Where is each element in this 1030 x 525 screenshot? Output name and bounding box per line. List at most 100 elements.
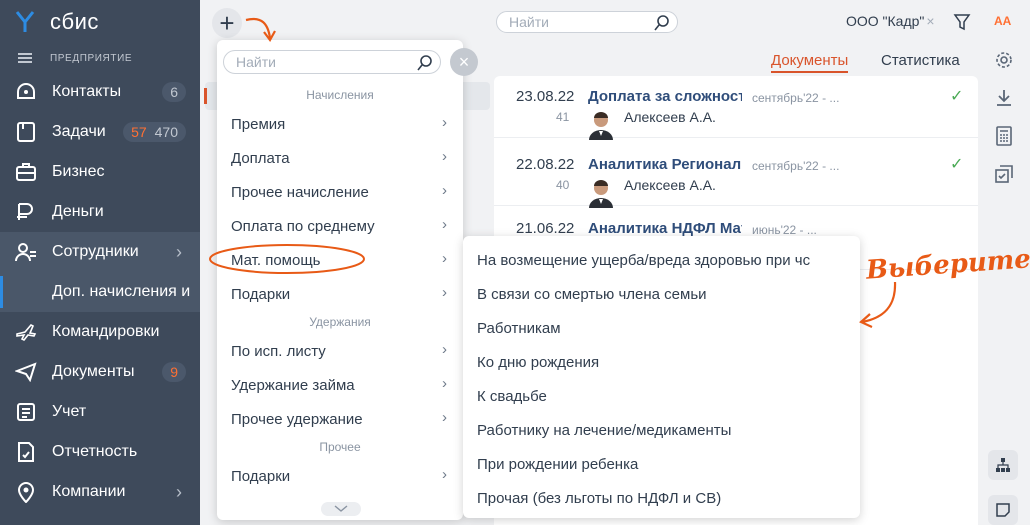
structure-icon[interactable] — [988, 450, 1018, 480]
menu-group-accruals: Начисления — [306, 88, 374, 102]
chevron-right-icon: › — [442, 216, 447, 233]
sidebar-item-trips[interactable]: Командировки — [0, 312, 200, 352]
org-switcher[interactable]: ПРЕДПРИЯТИЕ — [0, 44, 200, 72]
table-row[interactable]: 22.08.22 40 Аналитика Региональ сентябрь… — [494, 144, 978, 208]
sidebar-item-label: Задачи — [52, 123, 106, 140]
sidebar-item-reporting[interactable]: Отчетность — [0, 432, 200, 472]
chevron-right-icon: › — [442, 250, 447, 267]
menu-item-other-accrual[interactable]: Прочее начисление › — [217, 175, 463, 209]
menu-item-writ-deduction[interactable]: По исп. листу › — [217, 334, 463, 368]
sidebar-item-employees[interactable]: Сотрудники › — [0, 232, 200, 272]
menu-group-deductions: Удержания — [309, 315, 371, 329]
doc-title[interactable]: Доплата за сложность — [588, 88, 742, 105]
org-filter[interactable]: ООО "Кадр" × — [846, 13, 935, 29]
org-label: ПРЕДПРИЯТИЕ — [50, 52, 133, 64]
sidebar-item-money[interactable]: Деньги — [0, 192, 200, 232]
business-icon — [14, 160, 38, 184]
menu-icon[interactable] — [18, 51, 32, 65]
menu-item-other-deduction[interactable]: Прочее удержание › — [217, 402, 463, 436]
logo-text: сбис — [50, 9, 99, 34]
doc-period: сентябрь'22 - ... — [752, 159, 840, 173]
menu-search-placeholder: Найти — [236, 54, 276, 70]
chevron-right-icon[interactable]: › — [176, 482, 182, 503]
selected-row-marker — [204, 88, 207, 104]
menu-item-surcharge[interactable]: Доплата › — [217, 141, 463, 175]
tasks-count-total: 470 — [154, 124, 178, 140]
contacts-count: 6 — [162, 82, 186, 102]
mass-edit-icon[interactable] — [992, 162, 1016, 186]
sidebar-item-contacts[interactable]: Контакты 6 — [0, 72, 200, 112]
submenu-item[interactable]: К свадьбе — [477, 388, 547, 405]
create-menu: Найти Начисления Премия › Доплата › Прочее… — [217, 40, 463, 520]
sidebar-item-companies[interactable]: Компании › — [0, 472, 200, 512]
sidebar-item-documents[interactable]: Документы 9 — [0, 352, 200, 392]
documents-count: 9 — [162, 362, 186, 382]
menu-item-label: Прочее начисление — [231, 183, 369, 201]
sidebar-item-accounting[interactable]: Учет — [0, 392, 200, 432]
submenu-item[interactable]: Ко дню рождения — [477, 354, 599, 371]
signed-check-icon: ✓ — [950, 156, 964, 173]
submenu-item[interactable]: Работнику на лечение/медикаменты — [477, 422, 731, 439]
search-placeholder: Найти — [509, 14, 549, 30]
doc-title[interactable]: Аналитика Региональ — [588, 156, 742, 173]
sidebar-item-label: Деньги — [52, 203, 104, 220]
avatar — [588, 178, 614, 208]
submenu-item[interactable]: В связи со смертью члена семьи — [477, 286, 707, 303]
tab-documents[interactable]: Документы — [771, 52, 849, 73]
tasks-count-hot: 57 — [131, 124, 147, 140]
logo[interactable]: сбис — [0, 0, 200, 44]
doc-number: 40 — [556, 178, 570, 192]
doc-person: Алексеев А.А. — [624, 177, 716, 193]
search-input[interactable]: Найти — [496, 11, 678, 33]
filter-icon[interactable] — [953, 13, 971, 36]
annotation-arrow-top-head — [263, 30, 276, 43]
doc-title[interactable]: Аналитика НДФЛ Матер — [588, 220, 742, 237]
menu-item-average-pay[interactable]: Оплата по среднему › — [217, 209, 463, 243]
menu-item-gifts[interactable]: Подарки › — [217, 277, 463, 311]
sidebar-item-label: Командировки — [52, 323, 160, 340]
chevron-right-icon: › — [442, 466, 447, 483]
chevron-right-icon: › — [442, 182, 447, 199]
menu-item-label: Подарки — [231, 467, 291, 485]
org-filter-label: ООО "Кадр" — [846, 13, 925, 29]
expand-more-button[interactable] — [321, 502, 361, 516]
search-icon[interactable] — [653, 14, 671, 35]
menu-item-financial-aid[interactable]: Мат. помощь › — [217, 243, 463, 277]
signed-check-icon: ✓ — [950, 88, 964, 105]
tasks-icon — [14, 120, 38, 144]
font-size-toggle[interactable]: AA — [994, 14, 1011, 28]
chevron-right-icon[interactable]: › — [176, 242, 182, 263]
submenu-item[interactable]: На возмещение ущерба/вреда здоровью при … — [477, 252, 810, 269]
settings-icon[interactable] — [992, 48, 1016, 72]
menu-item-loan-deduction[interactable]: Удержание займа › — [217, 368, 463, 402]
tasks-count: 57 470 — [123, 122, 186, 142]
menu-search-input[interactable]: Найти — [223, 50, 441, 74]
submenu-item[interactable]: При рождении ребенка — [477, 456, 638, 473]
calculator-icon[interactable] — [992, 124, 1016, 148]
sidebar-item-label: Отчетность — [52, 443, 138, 460]
tab-statistics[interactable]: Статистика — [881, 52, 960, 69]
search-icon[interactable] — [416, 54, 434, 75]
menu-item-label: Удержание займа — [231, 376, 355, 394]
doc-person: Алексеев А.А. — [624, 109, 716, 125]
clear-filter-icon[interactable]: × — [926, 13, 934, 29]
create-button[interactable]: + — [212, 8, 242, 38]
sidebar-item-tasks[interactable]: Задачи 57 470 — [0, 112, 200, 152]
sidebar-subitem-extra-accruals[interactable]: Доп. начисления и — [0, 272, 200, 312]
submenu-item[interactable]: Прочая (без льготы по НДФЛ и СВ) — [477, 490, 721, 507]
menu-item-bonus[interactable]: Премия › — [217, 107, 463, 141]
note-icon[interactable] — [988, 495, 1018, 525]
close-icon[interactable]: × — [450, 48, 478, 76]
sidebar-item-label: Сотрудники — [52, 243, 139, 260]
sbis-logo-icon — [14, 10, 36, 34]
sidebar-item-business[interactable]: Бизнес — [0, 152, 200, 192]
annotation-arrow-top — [245, 17, 272, 39]
sidebar-item-label: Документы — [52, 363, 135, 380]
submenu-item[interactable]: Работникам — [477, 320, 561, 337]
menu-item-other-gifts[interactable]: Подарки › — [217, 459, 463, 493]
table-row[interactable]: 23.08.22 41 Доплата за сложность сентябр… — [494, 76, 978, 140]
trips-icon — [14, 320, 38, 344]
menu-item-label: Мат. помощь — [231, 251, 321, 269]
sidebar-item-label: Контакты — [52, 83, 122, 100]
download-icon[interactable] — [992, 86, 1016, 110]
